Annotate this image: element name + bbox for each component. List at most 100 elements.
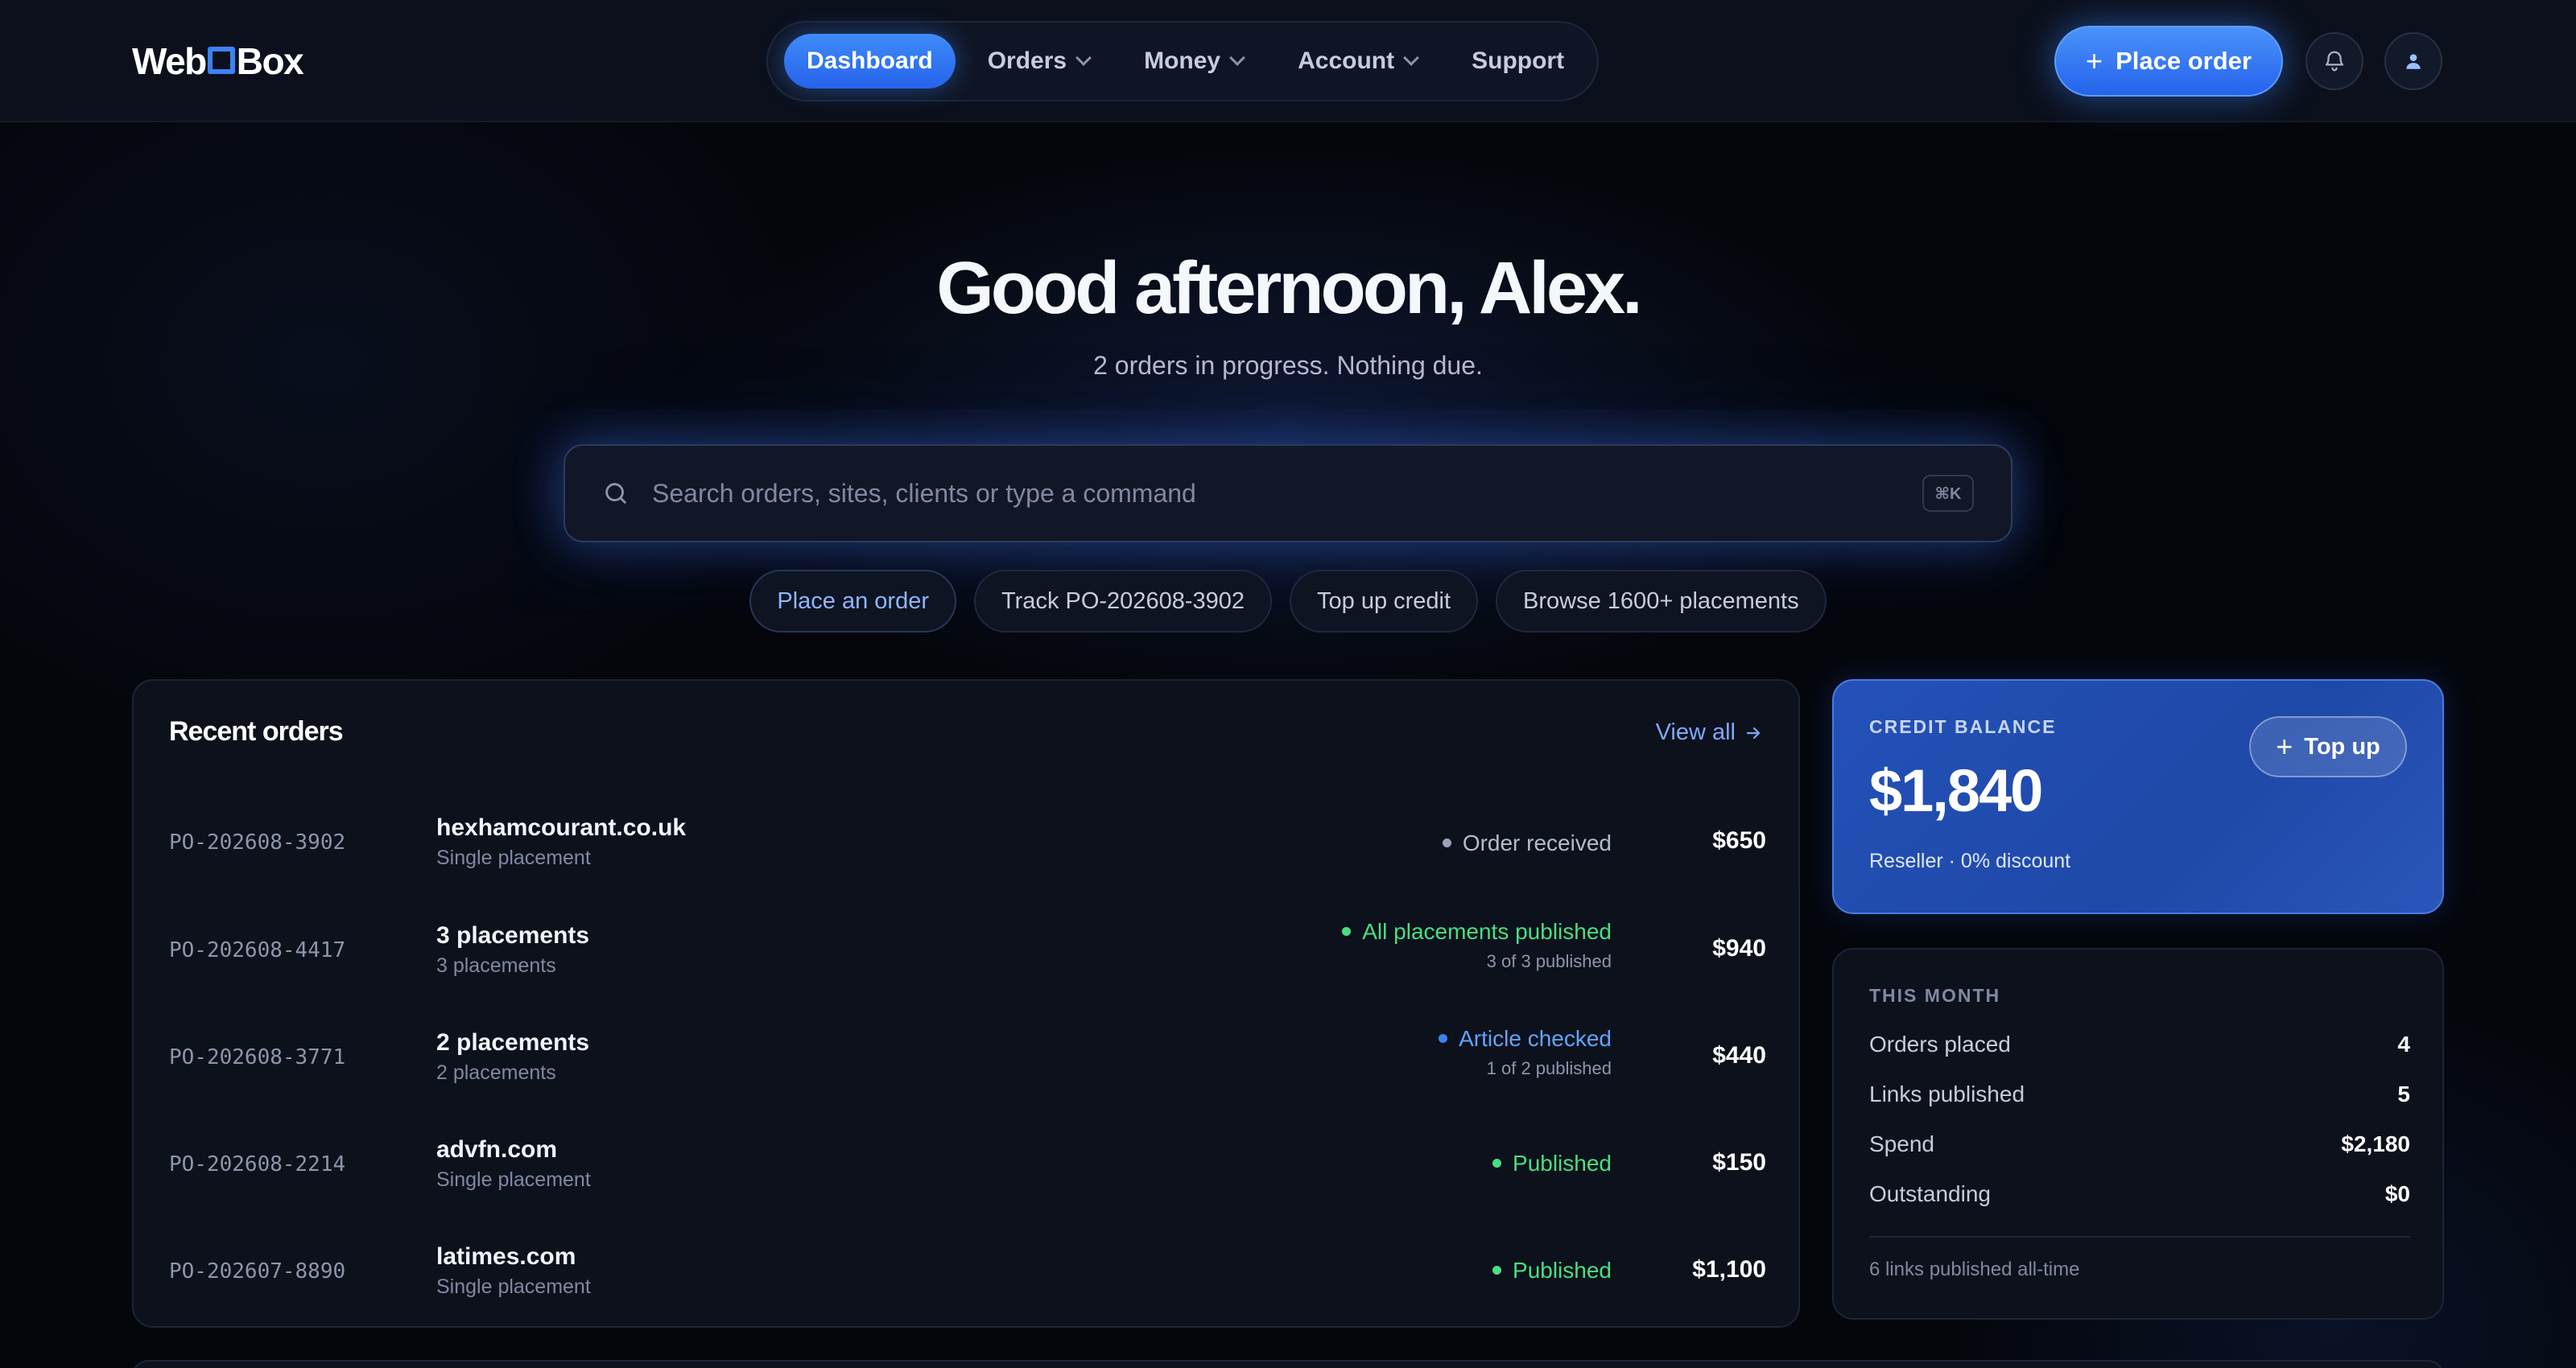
quick-actions: Place an order Track PO-202608-3902 Top … bbox=[0, 570, 2576, 632]
order-type: Single placement bbox=[436, 1275, 591, 1298]
logo-box-icon bbox=[207, 47, 235, 74]
nav-label: Account bbox=[1298, 47, 1395, 74]
recent-orders-card: Recent orders View all PO-202608-3902 he… bbox=[132, 679, 1800, 1328]
order-type: Single placement bbox=[436, 847, 591, 869]
next-section-card bbox=[132, 1360, 2444, 1368]
view-all-link[interactable]: View all bbox=[1656, 719, 1763, 746]
bell-icon bbox=[2325, 51, 2344, 72]
stat-value: $2,180 bbox=[2341, 1131, 2410, 1156]
arrow-right-icon bbox=[1746, 727, 1761, 739]
nav-label: Dashboard bbox=[807, 47, 933, 74]
nav-item-dashboard[interactable]: Dashboard bbox=[784, 34, 956, 89]
this-month-card: THIS MONTH Orders placed 4 Links publish… bbox=[1832, 948, 2444, 1320]
stat-label: Links published bbox=[1869, 1082, 2025, 1106]
order-row[interactable]: PO-202608-3771 2 placements 2 placements… bbox=[169, 1008, 1766, 1097]
place-order-label: Place order bbox=[2116, 47, 2252, 75]
nav-item-support[interactable]: Support bbox=[1449, 34, 1587, 89]
logo-text-right: Box bbox=[236, 40, 304, 82]
order-status-label: Published bbox=[1513, 1151, 1612, 1176]
search-input[interactable] bbox=[652, 478, 1922, 509]
all-time-links-note: 6 links published all-time bbox=[1869, 1259, 2080, 1280]
account-avatar-button[interactable] bbox=[2384, 32, 2442, 90]
order-status: Published bbox=[1492, 1151, 1612, 1176]
credit-balance-card: CREDIT BALANCE $1,840 Reseller · 0% disc… bbox=[1832, 679, 2444, 914]
order-po-number: PO-202607-8890 bbox=[169, 1259, 346, 1284]
order-status-label: Published bbox=[1513, 1258, 1612, 1283]
nav-item-account[interactable]: Account bbox=[1275, 34, 1439, 89]
credit-balance-amount: $1,840 bbox=[1869, 757, 2043, 824]
top-up-button[interactable]: + Top up bbox=[2249, 716, 2407, 777]
stat-label: Outstanding bbox=[1869, 1181, 1991, 1206]
status-dot-icon bbox=[1442, 839, 1451, 847]
stat-label: Spend bbox=[1869, 1131, 1934, 1156]
order-status-detail: 1 of 2 published bbox=[1486, 1058, 1612, 1078]
order-status-label: Article checked bbox=[1459, 1026, 1612, 1051]
order-type: Single placement bbox=[436, 1168, 591, 1191]
stat-value: $0 bbox=[2384, 1181, 2410, 1206]
logo[interactable]: Web Box bbox=[132, 39, 304, 84]
quick-action-top-up[interactable]: Top up credit bbox=[1290, 570, 1479, 632]
greeting-title: Good afternoon, Alex. bbox=[936, 247, 1643, 329]
quick-action-browse[interactable]: Browse 1600+ placements bbox=[1496, 570, 1827, 632]
top-header: Web Box Dashboard Orders Money Account S… bbox=[0, 0, 2576, 122]
order-site: 3 placements bbox=[436, 922, 590, 949]
recent-orders-title: Recent orders bbox=[169, 716, 344, 747]
status-dot-icon bbox=[1492, 1159, 1502, 1168]
order-row[interactable]: PO-202607-8890 latimes.com Single placem… bbox=[169, 1222, 1766, 1311]
logo-text-left: Web bbox=[132, 40, 207, 82]
order-type: 3 placements bbox=[436, 954, 556, 977]
order-status: Order received bbox=[1442, 830, 1612, 856]
quick-action-track-order[interactable]: Track PO-202608-3902 bbox=[974, 570, 1272, 632]
view-all-label: View all bbox=[1655, 719, 1736, 745]
order-po-number: PO-202608-3902 bbox=[169, 830, 346, 855]
keyboard-shortcut-badge: ⌘K bbox=[1922, 475, 1974, 512]
nav-label: Orders bbox=[987, 47, 1067, 74]
plus-icon: + bbox=[2276, 730, 2293, 763]
order-status: All placements published bbox=[1342, 919, 1612, 945]
order-amount: $440 bbox=[1712, 1042, 1766, 1069]
order-row[interactable]: PO-202608-4417 3 placements 3 placements… bbox=[169, 901, 1766, 990]
top-up-label: Top up bbox=[2304, 733, 2380, 760]
order-type: 2 placements bbox=[436, 1061, 556, 1084]
stat-value: 4 bbox=[2397, 1032, 2410, 1057]
command-search-bar[interactable]: ⌘K bbox=[564, 444, 2013, 542]
order-site: advfn.com bbox=[436, 1136, 558, 1163]
order-site: 2 placements bbox=[436, 1029, 590, 1056]
order-amount: $940 bbox=[1712, 935, 1766, 962]
order-amount: $1,100 bbox=[1692, 1256, 1766, 1283]
greeting-subtitle: 2 orders in progress. Nothing due. bbox=[1093, 351, 1483, 380]
credit-plan-info: Reseller · 0% discount bbox=[1869, 850, 2071, 872]
order-po-number: PO-202608-3771 bbox=[169, 1045, 346, 1069]
order-amount: $650 bbox=[1712, 827, 1766, 854]
order-status: Article checked bbox=[1439, 1026, 1612, 1052]
order-status-label: All placements published bbox=[1362, 919, 1612, 944]
order-row[interactable]: PO-202608-3902 hexhamcourant.co.uk Singl… bbox=[169, 793, 1766, 882]
plus-icon: + bbox=[2086, 44, 2103, 77]
order-row[interactable]: PO-202608-2214 advfn.com Single placemen… bbox=[169, 1115, 1766, 1204]
notifications-button[interactable] bbox=[2306, 32, 2363, 90]
search-icon bbox=[605, 483, 626, 504]
nav-item-money[interactable]: Money bbox=[1121, 34, 1265, 89]
user-icon bbox=[2406, 54, 2421, 69]
nav-label: Support bbox=[1472, 47, 1565, 74]
stat-spend: Spend $2,180 bbox=[1869, 1131, 2410, 1164]
order-site: latimes.com bbox=[436, 1243, 576, 1270]
stat-links-published: Links published 5 bbox=[1869, 1082, 2410, 1114]
divider bbox=[1869, 1236, 2410, 1238]
main-nav: Dashboard Orders Money Account Support bbox=[766, 21, 1599, 101]
stat-orders-placed: Orders placed 4 bbox=[1869, 1032, 2410, 1064]
place-order-button[interactable]: + Place order bbox=[2054, 26, 2283, 97]
chevron-down-icon bbox=[1075, 50, 1092, 66]
order-status: Published bbox=[1492, 1258, 1612, 1284]
stat-outstanding: Outstanding $0 bbox=[1869, 1181, 2410, 1213]
order-amount: $150 bbox=[1712, 1149, 1766, 1176]
quick-action-place-order[interactable]: Place an order bbox=[749, 570, 957, 632]
order-status-detail: 3 of 3 published bbox=[1486, 951, 1612, 971]
status-dot-icon bbox=[1439, 1034, 1448, 1043]
this-month-label: THIS MONTH bbox=[1869, 985, 2001, 1006]
nav-label: Money bbox=[1144, 47, 1221, 74]
status-dot-icon bbox=[1342, 927, 1352, 936]
credit-balance-label: CREDIT BALANCE bbox=[1869, 716, 2057, 737]
order-status-label: Order received bbox=[1462, 830, 1612, 855]
nav-item-orders[interactable]: Orders bbox=[965, 34, 1112, 89]
